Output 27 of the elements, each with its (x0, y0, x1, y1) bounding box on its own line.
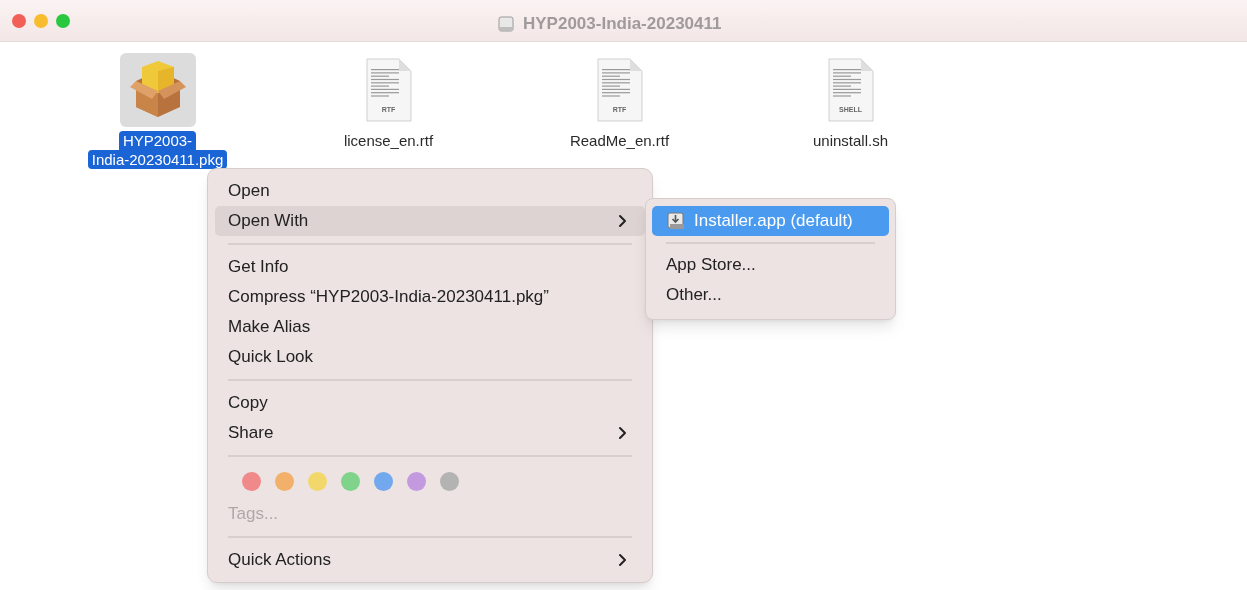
chevron-right-icon (618, 426, 627, 440)
zoom-button[interactable] (56, 13, 70, 28)
menu-item[interactable]: Quick Actions (215, 545, 645, 575)
menu-item[interactable]: Open With (215, 206, 645, 236)
menu-item[interactable]: Compress “HYP2003-India-20230411.pkg” (215, 282, 645, 312)
menu-item[interactable]: Share (215, 418, 645, 448)
chevron-right-icon (618, 214, 627, 228)
installer-icon (666, 211, 686, 231)
menu-item[interactable]: App Store... (652, 250, 889, 280)
menu-item[interactable]: Open (215, 176, 645, 206)
menu-item[interactable]: Get Info (215, 252, 645, 282)
menu-item[interactable]: Quick Look (215, 342, 645, 372)
chevron-right-icon (618, 553, 627, 567)
file-icon-frame[interactable] (119, 53, 196, 127)
minimize-button[interactable] (34, 13, 48, 28)
menu-item[interactable]: Make Alias (215, 312, 645, 342)
file-name[interactable]: uninstall.sh (808, 131, 892, 150)
file-name[interactable]: India-20230411.pkg (87, 150, 228, 169)
menu-item[interactable]: Copy (215, 388, 645, 418)
file-name[interactable]: license_en.rtf (339, 131, 438, 150)
window-title: HYP2003-India-20230411 (523, 13, 722, 35)
close-button[interactable] (12, 13, 26, 28)
menu-item[interactable]: Other... (652, 280, 889, 310)
disk-image-icon (497, 14, 515, 33)
menu-item: Tags... (227, 503, 280, 526)
file-name[interactable]: ReadMe_en.rtf (565, 131, 674, 150)
file-name[interactable]: HYP2003- (118, 131, 197, 150)
